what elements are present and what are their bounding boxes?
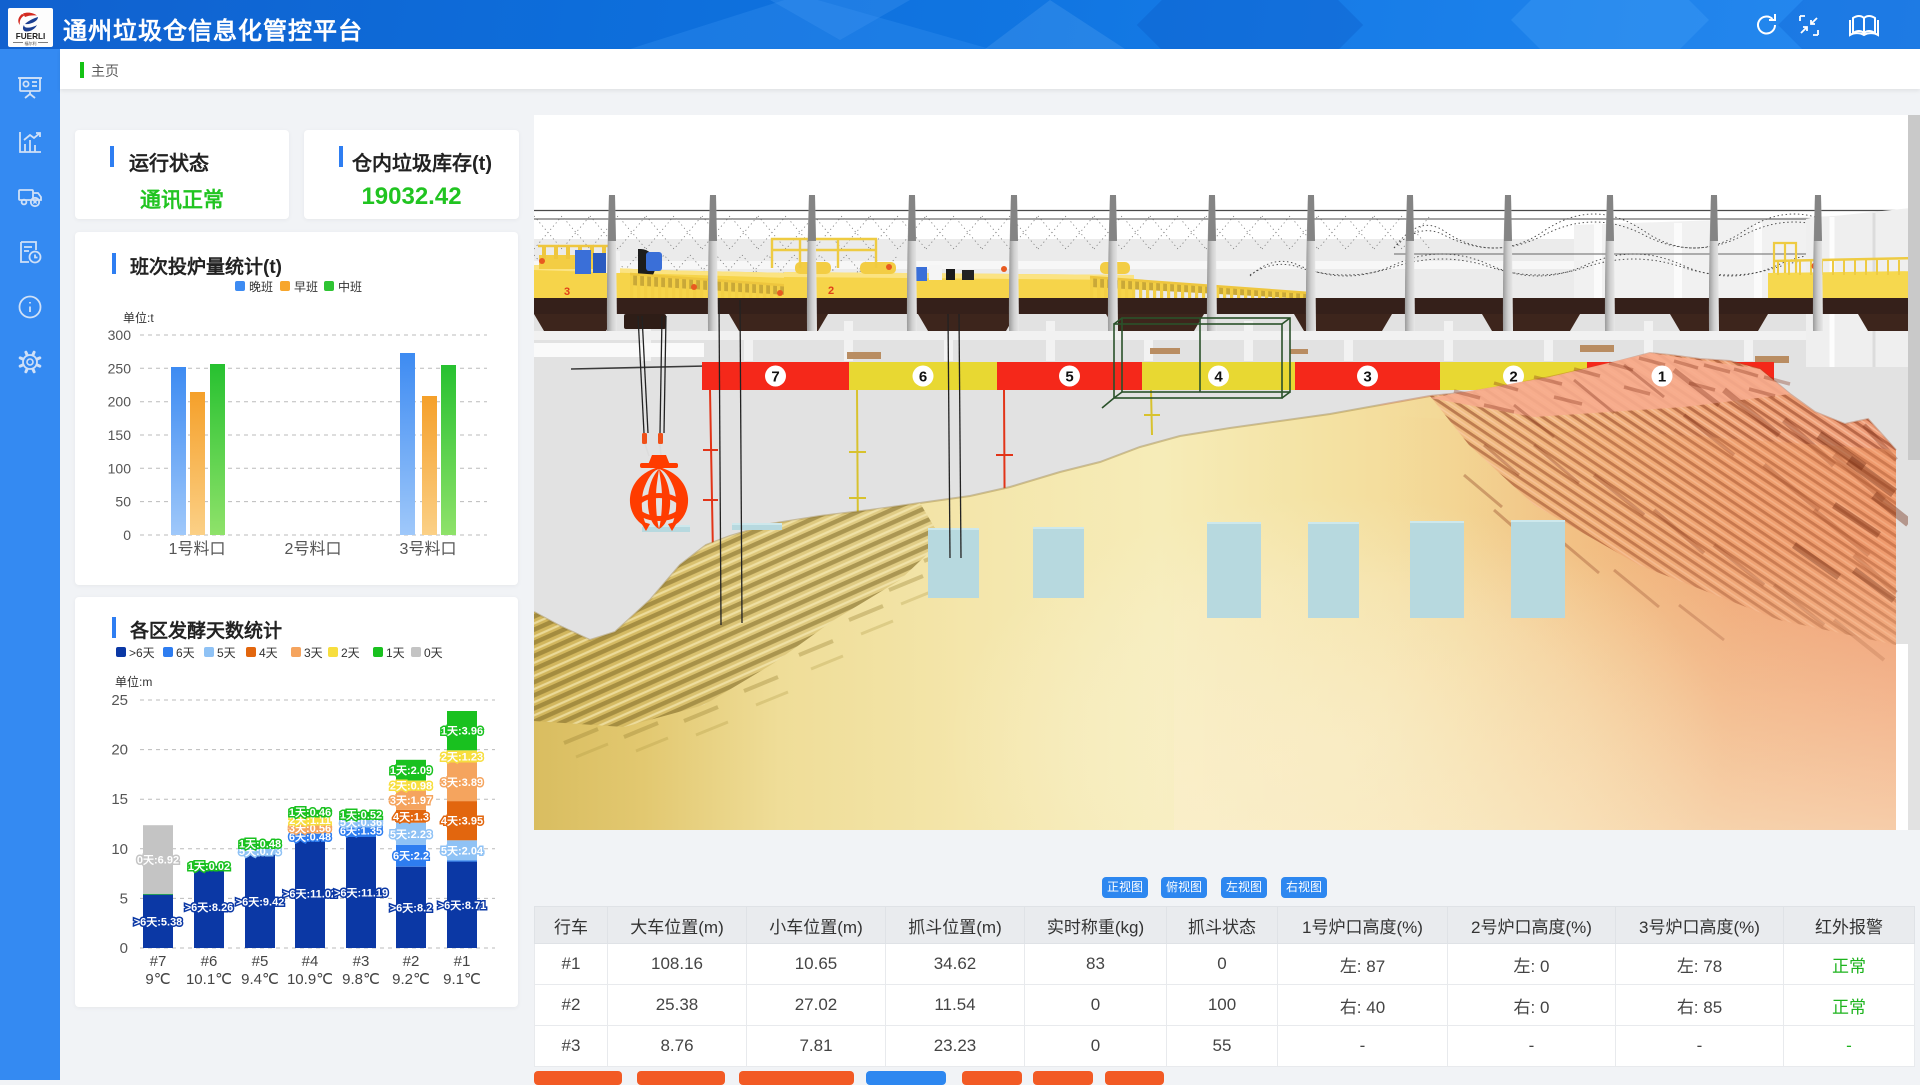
svg-text:#3: #3 bbox=[353, 953, 370, 970]
svg-text:7: 7 bbox=[771, 369, 779, 386]
svg-text:3天:3.89: 3天:3.89 bbox=[441, 776, 483, 789]
svg-text:#6: #6 bbox=[201, 953, 218, 970]
svg-text:4天:3.95: 4天:3.95 bbox=[441, 815, 483, 828]
svg-text:3天:1.97: 3天:1.97 bbox=[390, 794, 432, 807]
svg-text:单位:t: 单位:t bbox=[123, 310, 154, 325]
svg-text:1天: 1天 bbox=[386, 646, 405, 660]
svg-text:0: 0 bbox=[120, 940, 128, 957]
svg-text:4天: 4天 bbox=[259, 646, 278, 660]
svg-text:15: 15 bbox=[111, 791, 128, 808]
svg-text:25: 25 bbox=[111, 692, 128, 709]
svg-text:10.1℃: 10.1℃ bbox=[186, 971, 232, 988]
svg-text:1天:0.52: 1天:0.52 bbox=[340, 809, 382, 822]
svg-text:>6天:8.26: >6天:8.26 bbox=[185, 901, 234, 914]
svg-text:>6天:11.19: >6天:11.19 bbox=[334, 887, 388, 900]
svg-text:20: 20 bbox=[111, 742, 128, 759]
svg-text:1号料口: 1号料口 bbox=[169, 540, 226, 558]
svg-text:3天: 3天 bbox=[304, 646, 323, 660]
svg-text:100: 100 bbox=[108, 460, 132, 476]
svg-text:5: 5 bbox=[1065, 369, 1073, 386]
svg-text:2号料口: 2号料口 bbox=[285, 540, 342, 558]
svg-text:3: 3 bbox=[564, 286, 570, 298]
svg-text:1天:0.02: 1天:0.02 bbox=[188, 860, 230, 873]
svg-text:0天:6.92: 0天:6.92 bbox=[137, 854, 179, 867]
svg-text:#7: #7 bbox=[150, 953, 167, 970]
svg-text:中班: 中班 bbox=[338, 279, 362, 294]
svg-text:晚班: 晚班 bbox=[249, 280, 273, 294]
svg-text:10: 10 bbox=[111, 841, 128, 858]
svg-text:6: 6 bbox=[919, 369, 927, 386]
svg-text:6天: 6天 bbox=[176, 646, 195, 660]
svg-text:3: 3 bbox=[1363, 369, 1371, 386]
svg-text:>6天:8.71: >6天:8.71 bbox=[438, 899, 487, 912]
svg-text:4: 4 bbox=[1214, 369, 1223, 386]
svg-text:9.8℃: 9.8℃ bbox=[342, 971, 380, 988]
svg-text:250: 250 bbox=[108, 360, 132, 376]
svg-text:2天: 2天 bbox=[341, 646, 360, 660]
svg-text:>6天:11.02: >6天:11.02 bbox=[283, 887, 337, 900]
svg-text:福尔利: 福尔利 bbox=[25, 40, 37, 46]
svg-text:1天:0.48: 1天:0.48 bbox=[239, 837, 281, 850]
svg-text:9.2℃: 9.2℃ bbox=[392, 971, 430, 988]
svg-text:4天:1.3: 4天:1.3 bbox=[393, 810, 429, 823]
svg-text:>6天:5.38: >6天:5.38 bbox=[134, 915, 183, 928]
svg-text:FUERLI: FUERLI bbox=[16, 32, 46, 41]
svg-text:5: 5 bbox=[120, 890, 128, 907]
svg-text:单位:m: 单位:m bbox=[115, 674, 152, 689]
svg-text:9.1℃: 9.1℃ bbox=[443, 971, 481, 988]
svg-text:>6天:9.42: >6天:9.42 bbox=[236, 895, 285, 908]
svg-text:200: 200 bbox=[108, 394, 132, 410]
svg-text:5天:2.04: 5天:2.04 bbox=[441, 844, 484, 857]
svg-text:早班: 早班 bbox=[294, 280, 318, 294]
svg-text:2天:1.23: 2天:1.23 bbox=[441, 750, 483, 763]
svg-text:10.9℃: 10.9℃ bbox=[287, 971, 333, 988]
svg-text:#1: #1 bbox=[454, 953, 471, 970]
svg-text:1: 1 bbox=[1658, 369, 1666, 386]
svg-text:>6天: >6天 bbox=[129, 646, 155, 660]
svg-text:9℃: 9℃ bbox=[145, 971, 170, 988]
svg-text:#4: #4 bbox=[302, 953, 319, 970]
svg-text:50: 50 bbox=[115, 494, 131, 510]
svg-text:2天:0.98: 2天:0.98 bbox=[390, 779, 432, 792]
svg-text:#2: #2 bbox=[403, 953, 420, 970]
svg-text:0: 0 bbox=[123, 527, 131, 543]
svg-text:150: 150 bbox=[108, 427, 132, 443]
svg-text:300: 300 bbox=[108, 327, 132, 343]
svg-text:0天: 0天 bbox=[424, 646, 443, 660]
svg-text:1天:0.46: 1天:0.46 bbox=[289, 806, 331, 819]
svg-text:>6天:8.2: >6天:8.2 bbox=[390, 901, 433, 914]
svg-text:2: 2 bbox=[828, 285, 834, 297]
svg-text:1天:2.09: 1天:2.09 bbox=[390, 764, 432, 777]
svg-text:5天:2.23: 5天:2.23 bbox=[390, 828, 432, 841]
svg-text:6天:2.2: 6天:2.2 bbox=[393, 850, 429, 863]
svg-text:#5: #5 bbox=[252, 953, 269, 970]
svg-text:3号料口: 3号料口 bbox=[400, 540, 457, 558]
svg-text:9.4℃: 9.4℃ bbox=[241, 971, 279, 988]
svg-text:5天: 5天 bbox=[217, 646, 236, 660]
svg-text:1天:3.96: 1天:3.96 bbox=[441, 725, 483, 738]
